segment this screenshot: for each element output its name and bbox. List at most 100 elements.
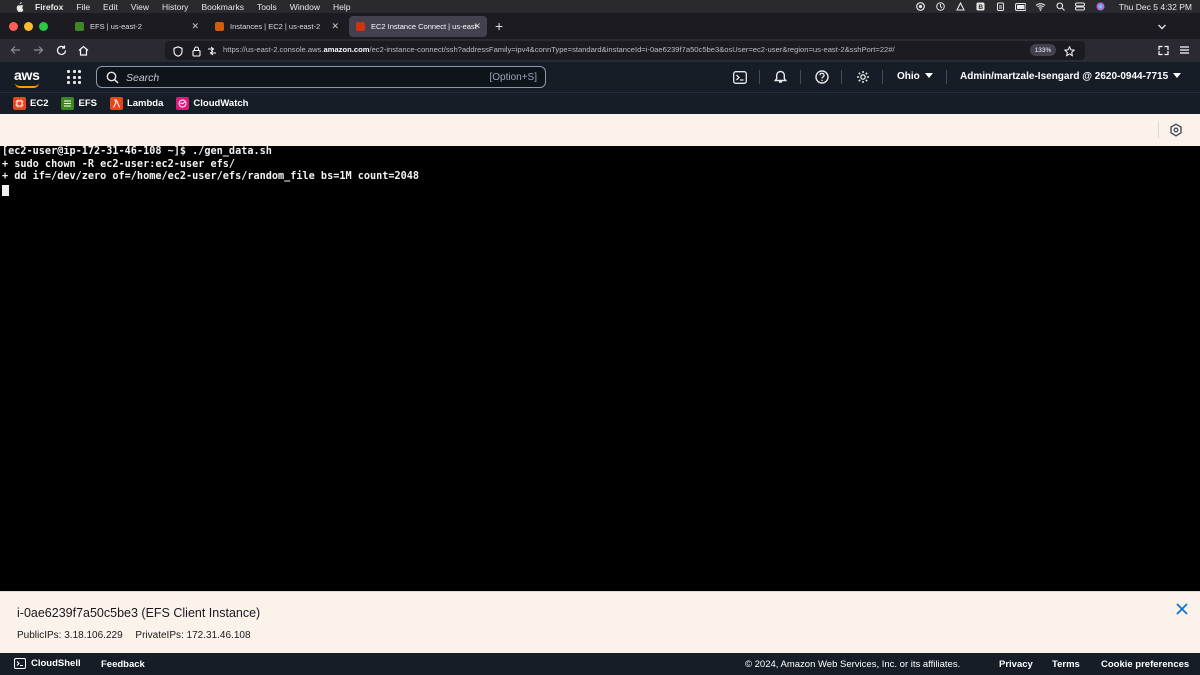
menu-view[interactable]: View: [131, 2, 149, 12]
favorite-efs[interactable]: EFS: [61, 97, 97, 110]
vpn-icon[interactable]: [955, 2, 966, 11]
cloudwatch-service-icon: [176, 97, 190, 110]
region-label: Ohio: [897, 71, 920, 82]
region-caret-icon: [924, 73, 933, 78]
menubar-clock[interactable]: Thu Dec 5 4:32 PM: [1119, 2, 1192, 12]
menu-bookmarks[interactable]: Bookmarks: [201, 2, 244, 12]
cloudshell-footer-icon: [14, 658, 26, 669]
cloudshell-icon[interactable]: [733, 70, 747, 84]
minimize-window-button[interactable]: [24, 21, 33, 31]
instance-ips: PublicIPs: 3.18.106.229 PrivateIPs: 172.…: [17, 630, 261, 641]
lock-icon[interactable]: [189, 44, 203, 58]
settings-gear-icon[interactable]: [856, 70, 870, 84]
cloudshell-footer-button[interactable]: CloudShell: [14, 658, 81, 669]
menu-file[interactable]: File: [76, 2, 90, 12]
menu-app-firefox[interactable]: Firefox: [35, 2, 63, 12]
close-tab-icon[interactable]: ✕: [473, 21, 481, 32]
ssh-terminal[interactable]: [ec2-user@ip-172-31-46-108 ~]$ ./gen_dat…: [0, 146, 1200, 591]
aws-logo-text: aws: [14, 67, 40, 83]
battery-icon[interactable]: [1014, 2, 1026, 11]
aws-logo[interactable]: aws: [14, 67, 40, 88]
back-arrow-icon[interactable]: [8, 43, 22, 57]
control-center-icon[interactable]: [1075, 2, 1086, 11]
private-ips: PrivateIPs: 172.31.46.108: [135, 630, 251, 641]
tab-label: EC2 Instance Connect | us-east-: [371, 22, 480, 31]
instance-info-panel: i-0ae6239f7a50c5be3 (EFS Client Instance…: [0, 591, 1200, 653]
menu-history[interactable]: History: [162, 2, 188, 12]
siri-icon[interactable]: [1095, 2, 1106, 11]
account-menu[interactable]: Admin/martzale-Isengard @ 2620-0944-7715: [960, 71, 1182, 82]
forward-arrow-icon[interactable]: [31, 43, 45, 57]
tab-ec2-instance-connect[interactable]: EC2 Instance Connect | us-east- ✕: [349, 16, 487, 37]
favorite-label: EC2: [30, 98, 49, 109]
services-grid-icon[interactable]: [67, 70, 81, 84]
screen-record-icon[interactable]: [915, 2, 926, 11]
terminal-line: + sudo chown -R ec2-user:ec2-user efs/: [2, 158, 236, 170]
macos-menubar: Firefox File Edit View History Bookmarks…: [0, 0, 1200, 13]
public-ips: PublicIPs: 3.18.106.229: [17, 630, 123, 641]
menu-window[interactable]: Window: [290, 2, 320, 12]
tab-instances-ec2[interactable]: Instances | EC2 | us-east-2 ✕: [208, 16, 345, 37]
favorite-label: CloudWatch: [193, 98, 249, 109]
menu-tools[interactable]: Tools: [257, 2, 277, 12]
ec2-service-icon: [13, 97, 26, 110]
menu-edit[interactable]: Edit: [103, 2, 118, 12]
clipboard-icon[interactable]: [995, 2, 1006, 11]
favorite-lambda[interactable]: Lambda: [109, 97, 164, 110]
url-text[interactable]: https://us-east-2.console.aws.amazon.com…: [223, 45, 895, 54]
console-footer: CloudShell Feedback © 2024, Amazon Web S…: [0, 653, 1200, 675]
ec2-favicon-icon: [215, 22, 224, 31]
feedback-link[interactable]: Feedback: [101, 659, 145, 670]
new-tab-plus-icon[interactable]: +: [495, 18, 503, 34]
region-selector[interactable]: Ohio: [897, 71, 933, 82]
zoom-window-button[interactable]: [39, 21, 48, 31]
bookmark-star-icon[interactable]: [1062, 44, 1076, 58]
menu-help[interactable]: Help: [333, 2, 350, 12]
search-icon: [106, 71, 119, 84]
terminal-line: + dd if=/dev/zero of=/home/ec2-user/efs/…: [2, 171, 420, 182]
cookie-preferences-link[interactable]: Cookie preferences: [1101, 659, 1189, 670]
close-panel-icon[interactable]: [1175, 602, 1189, 616]
search-placeholder: Search: [126, 72, 160, 84]
tracking-protection-shield-icon[interactable]: [171, 44, 185, 58]
ec2-connect-favicon-icon: [356, 22, 365, 31]
instance-connect-toolbar: [0, 114, 1200, 146]
app-b-icon[interactable]: B: [975, 2, 986, 11]
header-divider: [946, 70, 947, 84]
timer-icon[interactable]: [935, 2, 946, 11]
url-bar[interactable]: https://us-east-2.console.aws.amazon.com…: [165, 41, 1085, 60]
browser-navigation-bar: https://us-east-2.console.aws.amazon.com…: [0, 39, 1200, 62]
close-tab-icon[interactable]: ✕: [191, 21, 199, 32]
terminal-line: [ec2-user@ip-172-31-46-108 ~]$ ./gen_dat…: [2, 146, 272, 157]
terms-link[interactable]: Terms: [1052, 659, 1080, 670]
close-tab-icon[interactable]: ✕: [331, 21, 339, 32]
spotlight-search-icon[interactable]: [1055, 2, 1066, 11]
account-caret-icon: [1173, 73, 1182, 78]
wifi-icon[interactable]: [1035, 2, 1046, 11]
extensions-icon[interactable]: [1156, 43, 1170, 57]
tab-label: EFS | us-east-2: [90, 22, 142, 31]
notifications-bell-icon[interactable]: [773, 70, 787, 84]
list-all-tabs-chevron-icon[interactable]: [1157, 19, 1167, 30]
tab-efs[interactable]: EFS | us-east-2 ✕: [68, 16, 205, 37]
privacy-link[interactable]: Privacy: [999, 659, 1033, 670]
help-question-icon[interactable]: [815, 70, 829, 84]
efs-service-icon: [61, 97, 75, 110]
favorite-label: Lambda: [126, 98, 164, 109]
header-divider: [882, 70, 883, 84]
header-divider: [800, 70, 801, 84]
permissions-icon[interactable]: [205, 44, 219, 58]
app-menu-hamburger-icon[interactable]: [1177, 43, 1191, 57]
console-search-box[interactable]: Search [Option+S]: [96, 66, 546, 88]
close-window-button[interactable]: [9, 21, 18, 31]
aws-console-header: aws Search [Option+S] Ohio Admin/martzal…: [0, 62, 1200, 92]
favorite-ec2[interactable]: EC2: [13, 97, 48, 110]
favorite-cloudwatch[interactable]: CloudWatch: [176, 97, 248, 110]
zoom-level-badge[interactable]: 133%: [1030, 44, 1056, 56]
apple-icon[interactable]: [13, 1, 25, 13]
reload-icon[interactable]: [54, 43, 68, 57]
cloudshell-label: CloudShell: [31, 658, 81, 669]
session-settings-icon[interactable]: [1169, 123, 1183, 137]
home-icon[interactable]: [76, 43, 90, 57]
search-shortcut-hint: [Option+S]: [489, 72, 537, 83]
